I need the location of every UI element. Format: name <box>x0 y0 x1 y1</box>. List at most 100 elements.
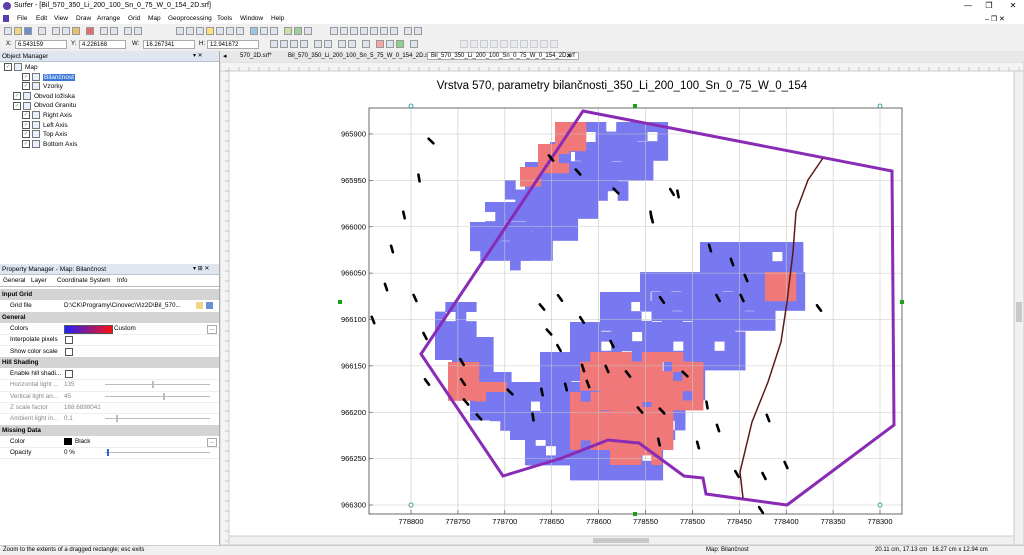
menu-file[interactable]: File <box>17 15 27 22</box>
delete-icon[interactable] <box>86 27 94 35</box>
property-value[interactable]: D:\CK\Programy\Cinovec\Viz2D\Bil_570... <box>64 300 212 311</box>
maximize-button[interactable]: ❐ <box>981 1 997 11</box>
snap-icon[interactable] <box>520 40 528 48</box>
menu-edit[interactable]: Edit <box>36 15 47 22</box>
pointer-icon[interactable] <box>176 27 184 35</box>
color-swatch[interactable] <box>64 437 72 445</box>
menu-map[interactable]: Map <box>148 15 161 22</box>
property-section[interactable]: Hill Shading <box>0 356 219 369</box>
visibility-checkbox[interactable]: ✓ <box>4 63 12 72</box>
save-icon[interactable] <box>24 27 32 35</box>
plot-window[interactable]: 778800 778750 778700 778650 778600 778550 7785… <box>220 62 1024 545</box>
document-tab-1[interactable]: 570_2D.srf* <box>240 53 272 59</box>
print-icon[interactable] <box>38 27 46 35</box>
menu-geoprocessing[interactable]: Geoprocessing <box>168 15 212 22</box>
tab-layer[interactable]: Layer <box>31 277 47 284</box>
save-grid-icon[interactable] <box>206 302 213 310</box>
align-center-icon[interactable] <box>290 40 298 48</box>
visibility-checkbox[interactable]: ✓ <box>22 120 30 129</box>
redraw-icon[interactable] <box>236 27 244 35</box>
clip-icon[interactable] <box>530 40 538 48</box>
x-field[interactable]: 6.543159 <box>15 40 67 49</box>
new-icon[interactable] <box>4 27 12 35</box>
slider-track[interactable] <box>105 384 210 386</box>
menu-view[interactable]: View <box>54 15 68 22</box>
property-checkbox[interactable] <box>65 347 73 356</box>
property-checkbox[interactable] <box>65 336 73 345</box>
vertex-icon[interactable] <box>460 40 468 48</box>
minimize-button[interactable]: — <box>960 1 976 11</box>
open-icon[interactable] <box>14 27 22 35</box>
ellipse-icon[interactable] <box>370 27 378 35</box>
slider-thumb[interactable] <box>152 381 155 389</box>
visibility-checkbox[interactable]: ✓ <box>22 72 30 81</box>
menu-window[interactable]: Window <box>240 15 263 22</box>
properties-icon[interactable] <box>134 27 142 35</box>
rectangle-icon[interactable] <box>360 27 368 35</box>
buffer-icon[interactable] <box>540 40 548 48</box>
trim-icon[interactable] <box>500 40 508 48</box>
digitize-icon[interactable] <box>304 27 312 35</box>
reshape-icon[interactable] <box>404 27 412 35</box>
tree-item[interactable]: ✓ Bottom Axis <box>4 140 77 150</box>
align-left-icon[interactable] <box>280 40 288 48</box>
redo-icon[interactable] <box>110 27 118 35</box>
document-tab-2[interactable]: Bil_570_350_Li_200_100_Sn_5_75_W_0_154_2… <box>288 53 434 59</box>
ungroup-icon[interactable] <box>324 40 332 48</box>
front-icon[interactable] <box>338 40 346 48</box>
back-icon[interactable] <box>348 40 356 48</box>
ellipsis-button[interactable]: ... <box>207 324 217 334</box>
w-field[interactable]: 16.267341 <box>143 40 195 49</box>
document-tab-3[interactable]: Bil_570_350_Li_200_100_Sn_0_75_W_0_154_2… <box>427 52 579 60</box>
tab-scroll-icon[interactable]: ◂ <box>223 52 227 60</box>
copy-icon[interactable] <box>62 27 70 35</box>
mdi-controls[interactable]: – ❐ ✕ <box>985 15 1005 23</box>
slider-track[interactable] <box>105 418 210 420</box>
font-icon[interactable] <box>410 40 418 48</box>
property-value[interactable]: Custom <box>114 323 212 334</box>
cut-icon[interactable] <box>52 27 60 35</box>
symbol-icon[interactable] <box>350 27 358 35</box>
slider-thumb[interactable] <box>107 449 110 457</box>
color-icon[interactable] <box>376 40 384 48</box>
visibility-checkbox[interactable]: ✓ <box>22 111 30 120</box>
property-value[interactable]: Black <box>75 436 212 447</box>
tab-general[interactable]: General <box>3 277 25 284</box>
contour-icon[interactable] <box>284 27 292 35</box>
property-section[interactable]: General <box>0 311 219 323</box>
undo-icon[interactable] <box>100 27 108 35</box>
layer-icon[interactable] <box>270 27 278 35</box>
offset-icon[interactable] <box>510 40 518 48</box>
tree-item[interactable]: ✓ Obvod ložiska <box>4 92 75 102</box>
slider-thumb[interactable] <box>162 392 165 400</box>
arrange-icon[interactable] <box>270 40 278 48</box>
spline-icon[interactable] <box>390 27 398 35</box>
text-icon[interactable] <box>330 27 338 35</box>
tree-item[interactable]: ✓ Top Axis <box>4 130 67 140</box>
split-icon[interactable] <box>470 40 478 48</box>
visibility-checkbox[interactable]: ✓ <box>22 140 30 149</box>
y-field[interactable]: 4.226168 <box>79 40 126 49</box>
close-button[interactable]: ✕ <box>1005 1 1021 11</box>
smooth-icon[interactable] <box>490 40 498 48</box>
zoom-in-icon[interactable] <box>186 27 194 35</box>
property-section[interactable]: Missing Data <box>0 424 219 436</box>
slider-thumb[interactable] <box>115 415 118 423</box>
slider-track[interactable] <box>105 452 210 454</box>
tab-info[interactable]: Info <box>117 277 128 284</box>
fill-icon[interactable] <box>396 40 404 48</box>
h-field[interactable]: 12.941672 <box>207 40 259 49</box>
intersect-icon[interactable] <box>550 40 558 48</box>
line-style-icon[interactable] <box>386 40 394 48</box>
ellipsis-button[interactable]: ... <box>207 437 217 447</box>
visibility-checkbox[interactable]: ✓ <box>22 130 30 139</box>
menu-grid[interactable]: Grid <box>128 15 140 22</box>
grid-icon[interactable] <box>260 27 268 35</box>
polygon-icon[interactable] <box>380 27 388 35</box>
menu-tools[interactable]: Tools <box>217 15 232 22</box>
zoom-out-icon[interactable] <box>196 27 204 35</box>
map-canvas[interactable]: 778800 778750 778700 778650 778600 778550 7785… <box>220 62 1024 545</box>
visibility-checkbox[interactable]: ✓ <box>13 101 21 110</box>
pan-icon[interactable] <box>226 27 234 35</box>
rotate-icon[interactable] <box>362 40 370 48</box>
